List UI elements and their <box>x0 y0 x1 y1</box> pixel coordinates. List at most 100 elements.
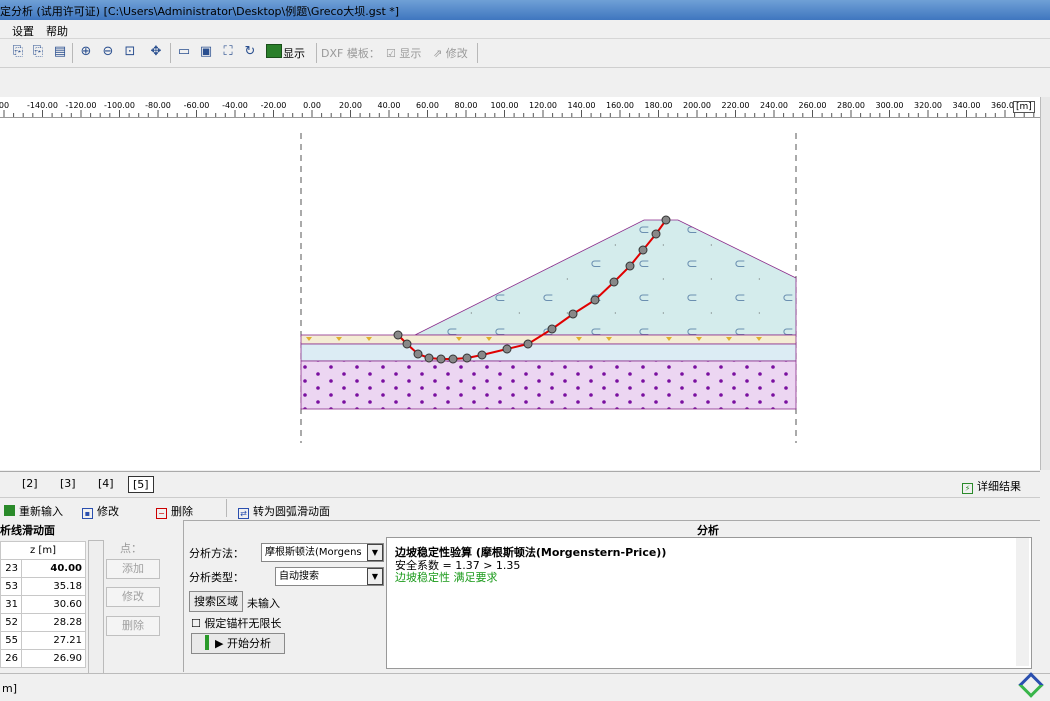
stability-status-line: 边坡稳定性 满足要求 <box>395 571 498 584</box>
ruler-tick-label: -100.00 <box>104 101 135 110</box>
table-cell-z: 28.28 <box>21 613 86 632</box>
ruler-tick-label: 120.00 <box>529 101 557 110</box>
vertical-scrollbar[interactable] <box>1040 97 1050 470</box>
table-header-z: z [m] <box>0 541 86 560</box>
start-analysis-label: 开始分析 <box>226 637 271 650</box>
chevron-down-icon: ▼ <box>367 568 383 585</box>
detailed-results-label: 详细结果 <box>977 480 1021 493</box>
ruler-tick-label: 240.00 <box>760 101 788 110</box>
menu-settings[interactable]: 设置 <box>12 23 34 39</box>
ruler-unit: [m] <box>1013 101 1035 113</box>
table-cell-x: 52 <box>0 613 22 632</box>
dxf-show-checkbox: ☑ 显示 <box>386 47 422 60</box>
paste-icon[interactable]: ▤ <box>52 44 68 60</box>
yellow-soil-layer[interactable] <box>300 334 797 345</box>
frame-icon[interactable]: ▭ <box>176 44 192 60</box>
tab-stage-4[interactable]: [4] <box>94 476 118 491</box>
edit-icon: ▪ <box>82 508 93 519</box>
table-scrollbar[interactable] <box>88 540 104 674</box>
zoom-window-icon[interactable]: ⊡ <box>122 44 138 60</box>
dxf-template-label: DXF 模板： <box>321 47 380 60</box>
menu-help[interactable]: 帮助 <box>46 23 68 39</box>
rotate-icon[interactable]: ↻ <box>242 44 258 60</box>
table-row[interactable]: 55 27.21 <box>0 631 86 650</box>
table-cell-z: 40.00 <box>21 559 86 578</box>
ruler-tick-label: 100.00 <box>491 101 519 110</box>
start-indicator <box>205 635 210 650</box>
copy-view-icon[interactable]: ⎘ <box>10 44 26 60</box>
toolbar: ⎘ ⎘ ▤ ⊕ ⊖ ⊡ ✥ ▭ ▣ ⛶ ↻ 显示 DXF 模板： ☑ 显示 ⇗ … <box>0 39 1050 68</box>
tab-stage-2[interactable]: [2] <box>18 476 42 491</box>
table-cell-z: 30.60 <box>21 595 86 614</box>
tab-stage-5[interactable]: [5] <box>128 476 154 493</box>
search-area-button[interactable]: 搜索区域 <box>189 591 243 612</box>
copy-all-icon[interactable]: ⎘ <box>30 44 46 60</box>
ruler-ticks: 00 -140.00 -120.00 -100.00 -80.00 -60.00 -40.0… <box>0 101 1035 117</box>
start-analysis-button[interactable]: ▶ 开始分析 <box>191 633 285 654</box>
type-label: 分析类型： <box>189 571 244 584</box>
zoom-out-icon[interactable]: ⊖ <box>100 44 116 60</box>
frame-select-icon[interactable]: ▣ <box>198 44 214 60</box>
zoom-in-icon[interactable]: ⊕ <box>78 44 94 60</box>
search-area-status: 未输入 <box>247 597 280 610</box>
table-cell-x: 53 <box>0 577 22 596</box>
ruler-tick-label: 40.00 <box>378 101 401 110</box>
table-row[interactable]: 53 35.18 <box>0 577 86 596</box>
horizontal-ruler: 00 -140.00 -120.00 -100.00 -80.00 -60.00 -40.0… <box>0 97 1040 118</box>
tab-stage-3[interactable]: [3] <box>56 476 80 491</box>
polyline-table[interactable]: z [m] 23 40.00 53 35.18 31 30.60 52 28.28 55 27.2… <box>0 541 86 668</box>
method-label: 分析方法： <box>189 547 244 560</box>
edit-button[interactable]: ▪ 修改 <box>82 503 119 519</box>
monitor-icon <box>266 44 282 58</box>
table-row[interactable]: 52 28.28 <box>0 613 86 632</box>
fit-all-icon[interactable]: ⛶ <box>220 44 236 60</box>
chevron-down-icon: ▼ <box>367 544 383 561</box>
polyline-panel-title: 析线滑动面 <box>0 524 55 537</box>
cross-section-drawing[interactable]: ⊂ · <box>0 118 1040 470</box>
dam-body-layer[interactable] <box>414 219 797 336</box>
detailed-results-button[interactable]: ⚡ 详细结果 <box>962 478 1021 494</box>
table-cell-x: 23 <box>0 559 22 578</box>
table-cell-x: 55 <box>0 631 22 650</box>
foundation-layer[interactable] <box>300 360 797 410</box>
table-row[interactable]: 26 26.90 <box>0 649 86 668</box>
dxf-edit-button: ⇗ 修改 <box>433 47 468 60</box>
reinput-button[interactable]: 重新输入 <box>4 503 63 519</box>
table-row[interactable]: 23 40.00 <box>0 559 86 578</box>
table-cell-x: 26 <box>0 649 22 668</box>
ruler-tick-label: 220.00 <box>722 101 750 110</box>
delete-label: 删除 <box>171 505 193 518</box>
delete-icon: − <box>156 508 167 519</box>
add-point-button[interactable]: 添加 <box>106 559 160 579</box>
pan-icon[interactable]: ✥ <box>148 44 164 60</box>
ruler-tick-label: 20.00 <box>339 101 362 110</box>
table-cell-x: 31 <box>0 595 22 614</box>
status-text: m] <box>2 682 18 695</box>
method-value: 摩根斯顿法(Morgens <box>265 547 362 558</box>
table-cell-z: 26.90 <box>21 649 86 668</box>
display-button[interactable]: 显示 <box>283 45 305 61</box>
anchor-checkbox[interactable]: ☐ 假定锚杆无限长 <box>191 615 281 631</box>
results-panel: 边坡稳定性验算 (摩根斯顿法(Morgenstern-Price)) 安全系数 … <box>386 537 1032 669</box>
table-row[interactable]: 31 30.60 <box>0 595 86 614</box>
modify-point-button[interactable]: 修改 <box>106 587 160 607</box>
results-scrollbar[interactable] <box>1016 538 1029 666</box>
reinput-icon <box>4 505 15 516</box>
ruler-tick-label: -60.00 <box>184 101 210 110</box>
convert-circular-button[interactable]: ⇄ 转为圆弧滑动面 <box>238 503 330 519</box>
blue-soil-layer[interactable] <box>300 343 797 362</box>
model-canvas[interactable]: ⊂ · <box>0 118 1040 470</box>
results-header: 分析 <box>697 524 719 537</box>
table-cell-z: 35.18 <box>21 577 86 596</box>
ruler-tick-label: -40.00 <box>222 101 248 110</box>
ruler-tick-label: -20.00 <box>261 101 287 110</box>
logo-icon <box>1018 672 1044 698</box>
method-select[interactable]: 摩根斯顿法(Morgens ▼ <box>261 543 384 562</box>
ruler-tick-label: 140.00 <box>568 101 596 110</box>
points-label: 点： <box>120 542 142 555</box>
anchor-checkbox-label: 假定锚杆无限长 <box>204 617 282 630</box>
delete-button[interactable]: − 删除 <box>156 503 193 519</box>
analysis-settings: 分析方法： 摩根斯顿法(Morgens ▼ 分析类型： 自动搜索 ▼ 搜索区域 未输… <box>185 537 385 672</box>
type-select[interactable]: 自动搜索 ▼ <box>275 567 384 586</box>
delete-point-button[interactable]: 删除 <box>106 616 160 636</box>
